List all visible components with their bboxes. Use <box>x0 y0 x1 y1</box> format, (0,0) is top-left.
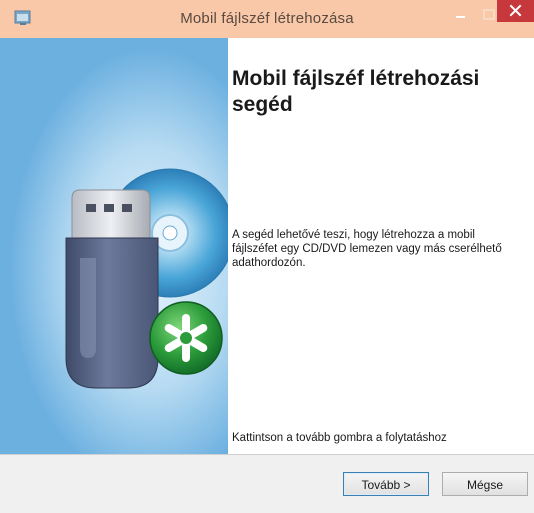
wizard-banner <box>0 38 228 454</box>
wizard-heading: Mobil fájlszéf létrehozási segéd <box>232 67 480 116</box>
next-button[interactable]: Tovább > <box>343 472 429 496</box>
minimize-button[interactable] <box>448 6 474 26</box>
close-button[interactable] <box>497 0 534 22</box>
wizard-content: Mobil fájlszéf létrehozási segéd A segéd… <box>0 38 534 454</box>
minimize-icon <box>456 16 465 18</box>
cancel-button[interactable]: Mégse <box>442 472 528 496</box>
wizard-window: Mobil fájlszéf létrehozása Mobil fájlszé… <box>0 0 534 513</box>
green-asterisk-badge-icon <box>149 301 223 375</box>
usb-drive-disc-badge-illustration <box>65 168 228 389</box>
close-icon <box>509 4 522 17</box>
title-bar[interactable]: Mobil fájlszéf létrehozása <box>0 0 534 38</box>
wizard-description: A segéd lehetővé teszi, hogy létrehozza … <box>232 229 502 269</box>
usb-drive-icon <box>65 189 159 389</box>
continue-hint: Kattintson a tovább gombra a folytatásho… <box>232 432 447 444</box>
